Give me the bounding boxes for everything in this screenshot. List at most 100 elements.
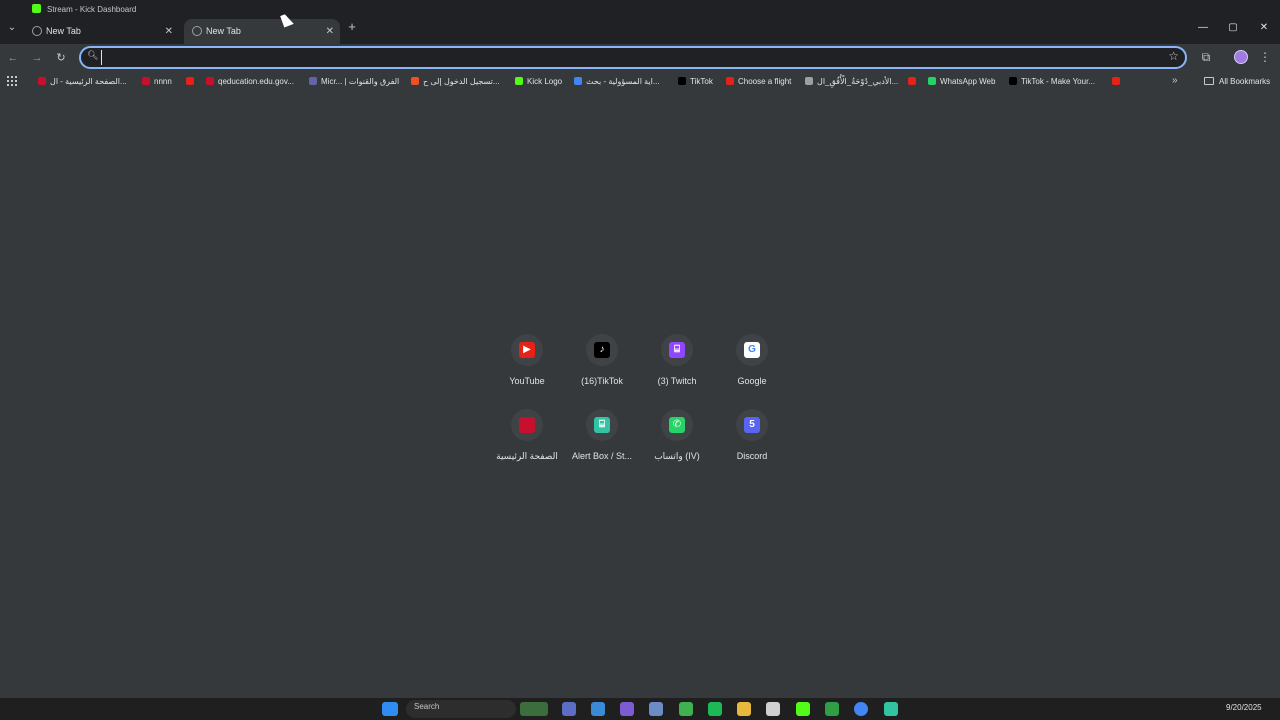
- bookmark-favicon-icon: [38, 77, 46, 85]
- all-bookmarks-label: All Bookmarks: [1219, 77, 1271, 86]
- globe-icon: [32, 26, 42, 36]
- bookmark-favicon-icon: [574, 77, 582, 85]
- bookmark-item[interactable]: الأدبي_دُوْحَةُ_الْأُفُقِ_ال...: [805, 75, 898, 89]
- bookmark-item[interactable]: الصفحة الرئيسية - ال...: [38, 75, 127, 89]
- bookmark-favicon-icon: [309, 77, 317, 85]
- address-bar[interactable]: 🔍︎ ☆: [79, 46, 1187, 69]
- shortcut-favicon-icon: ♪: [594, 342, 610, 358]
- kick-icon[interactable]: [796, 702, 810, 716]
- bookmark-favicon-icon: [805, 77, 813, 85]
- menu-icon[interactable]: ⋮: [1258, 49, 1272, 65]
- shortcut-favicon-icon: [519, 417, 535, 433]
- minimize-button[interactable]: —: [1193, 20, 1213, 36]
- bookmark-item[interactable]: TikTok - Make Your...: [1009, 75, 1095, 89]
- shortcut-label: Google: [737, 376, 767, 386]
- shortcut-tile[interactable]: ♪ (16)TikTok: [564, 332, 640, 402]
- shortcut-label: Alert Box / St...: [571, 451, 633, 461]
- apps-grid-icon[interactable]: [7, 76, 17, 86]
- shortcut-favicon-icon: ▶: [519, 342, 535, 358]
- extensions-icon[interactable]: ⧉: [1198, 49, 1214, 65]
- tab-new-tab-2[interactable]: New Tab ✕: [184, 19, 340, 44]
- address-input[interactable]: [101, 50, 1141, 65]
- bookmark-item[interactable]: [186, 75, 198, 89]
- taskbar-app-icon[interactable]: [591, 702, 605, 716]
- folder-icon[interactable]: [737, 702, 751, 716]
- bookmark-favicon-icon: [186, 77, 194, 85]
- bookmark-label: Micr... | الفرق والقنوات: [321, 77, 400, 86]
- shortcut-tile[interactable]: الصفحة الرئيسية: [489, 407, 565, 477]
- widget-icon[interactable]: [520, 702, 548, 716]
- xbox-icon[interactable]: [825, 702, 839, 716]
- reload-icon[interactable]: ↻: [52, 49, 70, 67]
- bookmark-item[interactable]: nnnn: [142, 75, 172, 89]
- taskbar-app-icon[interactable]: [884, 702, 898, 716]
- restore-button[interactable]: ▢: [1223, 20, 1243, 36]
- bookmark-favicon-icon: [678, 77, 686, 85]
- toolbar: ← → ↻ 🔍︎ ☆ ⧉ ⋮: [0, 44, 1280, 72]
- shortcut-icon-circle: 5: [736, 409, 768, 441]
- forward-icon[interactable]: →: [28, 49, 46, 67]
- shortcut-tile[interactable]: 5 Discord: [714, 407, 790, 477]
- bookmark-favicon-icon: [206, 77, 214, 85]
- bookmarks-overflow-icon[interactable]: »: [1172, 75, 1178, 86]
- profile-avatar[interactable]: [1234, 50, 1248, 64]
- bookmark-item[interactable]: [908, 75, 920, 89]
- bookmark-item[interactable]: Micr... | الفرق والقنوات: [309, 75, 399, 89]
- bookmark-item[interactable]: اية المسؤولية - بحث...: [574, 75, 660, 89]
- shortcut-label: واتساب (IV): [654, 451, 700, 461]
- bookmark-item[interactable]: Choose a flight: [726, 75, 791, 89]
- bookmark-item[interactable]: TikTok: [678, 75, 713, 89]
- new-tab-button[interactable]: +: [345, 20, 359, 34]
- bookmark-label: تسجيل الدخول إلى ح...: [423, 77, 500, 86]
- bookmark-label: اية المسؤولية - بحث...: [586, 77, 660, 86]
- shortcut-tile[interactable]: ▶ YouTube: [489, 332, 565, 402]
- bookmark-label: الأدبي_دُوْحَةُ_الْأُفُقِ_ال...: [817, 77, 899, 86]
- shortcut-label: (16)TikTok: [581, 376, 623, 386]
- shortcut-icon-circle: ⌸: [586, 409, 618, 441]
- background-tab-title: Stream - Kick Dashboard: [47, 5, 137, 14]
- shortcut-favicon-icon: ✆: [669, 417, 685, 433]
- globe-icon: [192, 26, 202, 36]
- tab-search-icon[interactable]: ⌄: [4, 20, 20, 36]
- shortcut-label: Discord: [736, 451, 768, 461]
- windows-start-icon[interactable]: [382, 702, 398, 716]
- search-icon: 🔍︎: [87, 50, 99, 60]
- tab-close-icon[interactable]: ✕: [326, 19, 334, 44]
- bookmark-item[interactable]: Kick Logo: [515, 75, 562, 89]
- bookmark-label: TikTok: [690, 77, 713, 86]
- bookmark-favicon-icon: [726, 77, 734, 85]
- tab-close-icon[interactable]: ✕: [165, 19, 173, 44]
- bookmark-star-icon[interactable]: ☆: [1168, 49, 1179, 63]
- bookmark-item[interactable]: تسجيل الدخول إلى ح...: [411, 75, 500, 89]
- bookmark-item[interactable]: [1112, 75, 1124, 89]
- spotify-icon[interactable]: [708, 702, 722, 716]
- tab-new-tab-1[interactable]: New Tab ✕: [24, 19, 179, 44]
- shortcut-tile[interactable]: ✆ واتساب (IV): [639, 407, 715, 477]
- bookmark-favicon-icon: [1112, 77, 1120, 85]
- shortcut-tile[interactable]: G Google: [714, 332, 790, 402]
- kick-icon: [32, 4, 41, 13]
- close-window-button[interactable]: ✕: [1254, 20, 1274, 36]
- taskbar-app-icon[interactable]: [620, 702, 634, 716]
- chrome-icon[interactable]: [854, 702, 868, 716]
- taskbar-search-label: Search: [414, 702, 440, 711]
- bookmark-label: TikTok - Make Your...: [1021, 77, 1095, 86]
- taskbar-app-icon[interactable]: [649, 702, 663, 716]
- shortcut-tile[interactable]: ⌸ (3) Twitch: [639, 332, 715, 402]
- bookmark-item[interactable]: qeducation.edu.gov...: [206, 75, 294, 89]
- shortcut-favicon-icon: G: [744, 342, 760, 358]
- background-tab: Stream - Kick Dashboard: [28, 4, 178, 14]
- shortcut-favicon-icon: ⌸: [594, 417, 610, 433]
- taskbar-app-icon[interactable]: [766, 702, 780, 716]
- taskbar-search-box[interactable]: Search: [406, 700, 516, 718]
- bookmark-label: qeducation.edu.gov...: [218, 77, 294, 86]
- all-bookmarks-button[interactable]: All Bookmarks: [1204, 75, 1270, 89]
- taskbar-app-icon[interactable]: [679, 702, 693, 716]
- taskbar: Search 9/20/2025: [0, 698, 1280, 720]
- bookmark-item[interactable]: WhatsApp Web: [928, 75, 995, 89]
- shortcut-label: الصفحة الرئيسية: [496, 451, 558, 461]
- taskbar-app-icon[interactable]: [562, 702, 576, 716]
- bookmark-label: nnnn: [154, 77, 172, 86]
- back-icon[interactable]: ←: [4, 49, 22, 67]
- shortcut-tile[interactable]: ⌸ Alert Box / St...: [564, 407, 640, 477]
